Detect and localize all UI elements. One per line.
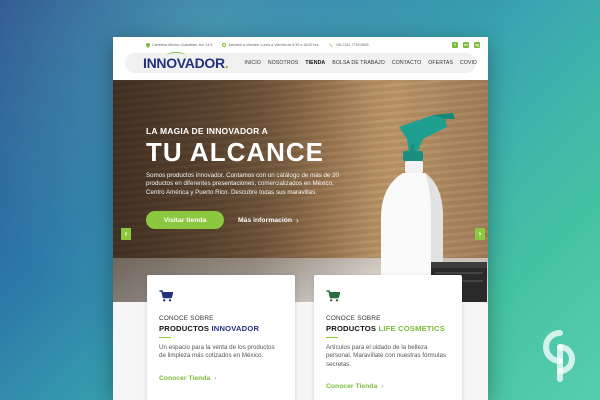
- facebook-icon[interactable]: f: [452, 42, 458, 48]
- card-title-prefix: PRODUCTOS: [159, 324, 210, 333]
- clock-icon: [222, 43, 227, 47]
- card-title: PRODUCTOS LIFE COSMETICS: [326, 324, 450, 333]
- cart-icon: [326, 290, 341, 302]
- main-navigation: INNOVADOR. Inicio Nosotros Tienda Bolsa …: [125, 52, 477, 73]
- visit-store-label: Visitar tienda: [163, 216, 207, 224]
- phone-info: +55 2341 7739 5599: [329, 43, 368, 47]
- logo-swoosh: [167, 52, 185, 58]
- card-divider: [326, 337, 338, 339]
- innovador-logo[interactable]: INNOVADOR.: [143, 52, 229, 71]
- hours-text: Atención a clientes: Lunes a Viernes de …: [228, 43, 320, 47]
- instagram-icon[interactable]: ig: [474, 42, 480, 48]
- corner-brand-logo: [543, 330, 575, 382]
- social-links: f in ig: [452, 42, 480, 48]
- navigation-wrapper: INNOVADOR. Inicio Nosotros Tienda Bolsa …: [113, 52, 488, 73]
- chevron-right-icon: ›: [381, 382, 384, 390]
- linkedin-icon[interactable]: in: [463, 42, 469, 48]
- product-card-innovador: CONOCE SOBRE PRODUCTOS INNOVADOR Un espa…: [147, 275, 295, 400]
- chevron-right-icon: ›: [214, 374, 217, 382]
- slider-prev-arrow[interactable]: ‹: [121, 228, 131, 240]
- nav-item-covid[interactable]: Covid: [460, 60, 477, 66]
- nav-item-inicio[interactable]: Inicio: [244, 60, 260, 66]
- hero-content: LA MAGIA DE INNOVADOR A TU ALCANCE Somos…: [146, 126, 351, 230]
- card-link-label: Conocer Tienda: [326, 382, 378, 390]
- card-title-brand: INNOVADOR: [211, 324, 260, 333]
- nav-item-tienda[interactable]: Tienda: [305, 60, 325, 66]
- hero-banner: LA MAGIA DE INNOVADOR A TU ALCANCE Somos…: [113, 80, 488, 302]
- card-title-brand: LIFE COSMETICS: [378, 324, 446, 333]
- hero-eyebrow: LA MAGIA DE INNOVADOR A: [146, 126, 269, 136]
- visit-store-button[interactable]: Visitar tienda: [146, 211, 224, 230]
- top-info-bar: Carretera México-Cuautitlán, Km 14.5 Ate…: [113, 37, 488, 53]
- address-text: Carretera México-Cuautitlán, Km 14.5: [152, 43, 213, 47]
- hero-description: Somos productos innovador. Contamos con …: [146, 172, 339, 196]
- nav-menu: Inicio Nosotros Tienda Bolsa de trabajo …: [244, 60, 484, 66]
- logo-dot: .: [224, 55, 229, 71]
- nav-item-ofertas[interactable]: Ofertas: [428, 60, 453, 66]
- hero-cta-row: Visitar tienda Más información ›: [146, 211, 351, 230]
- location-pin-icon: [146, 42, 150, 48]
- logo-text: INNOVADOR: [143, 55, 225, 71]
- nav-item-contacto[interactable]: Contacto: [392, 60, 421, 66]
- more-info-link[interactable]: Más información ›: [238, 216, 299, 225]
- card-divider: [159, 337, 171, 339]
- website-mockup: Carretera México-Cuautitlán, Km 14.5 Ate…: [113, 37, 488, 400]
- card-description: Un espacio para la venta de los producto…: [159, 344, 275, 360]
- slider-next-arrow[interactable]: ›: [475, 228, 485, 240]
- card-store-link[interactable]: Conocer Tienda ›: [159, 375, 283, 382]
- hours-info: Atención a clientes: Lunes a Viernes de …: [222, 43, 319, 47]
- card-kicker: CONOCE SOBRE: [159, 315, 214, 322]
- hero-headline: TU ALCANCE: [146, 137, 325, 167]
- card-kicker: CONOCE SOBRE: [326, 315, 381, 322]
- card-title-prefix: PRODUCTOS: [326, 324, 377, 333]
- product-card-life-cosmetics: CONOCE SOBRE PRODUCTOS LIFE COSMETICS Ar…: [314, 275, 462, 400]
- card-title: PRODUCTOS INNOVADOR: [159, 324, 283, 333]
- nav-item-bolsa-de-trabajo[interactable]: Bolsa de trabajo: [332, 60, 385, 66]
- address-info: Carretera México-Cuautitlán, Km 14.5: [146, 42, 213, 48]
- more-info-label: Más información: [238, 216, 293, 224]
- card-link-label: Conocer Tienda: [159, 374, 211, 382]
- nav-item-nosotros[interactable]: Nosotros: [268, 60, 299, 66]
- card-store-link[interactable]: Conocer Tienda ›: [326, 383, 450, 390]
- phone-text[interactable]: +55 2341 7739 5599: [335, 43, 368, 47]
- chevron-right-icon: ›: [296, 215, 299, 225]
- cart-icon: [159, 290, 174, 302]
- card-description: Artículos para el uidado de la belleza p…: [326, 344, 447, 368]
- phone-icon: [329, 43, 334, 47]
